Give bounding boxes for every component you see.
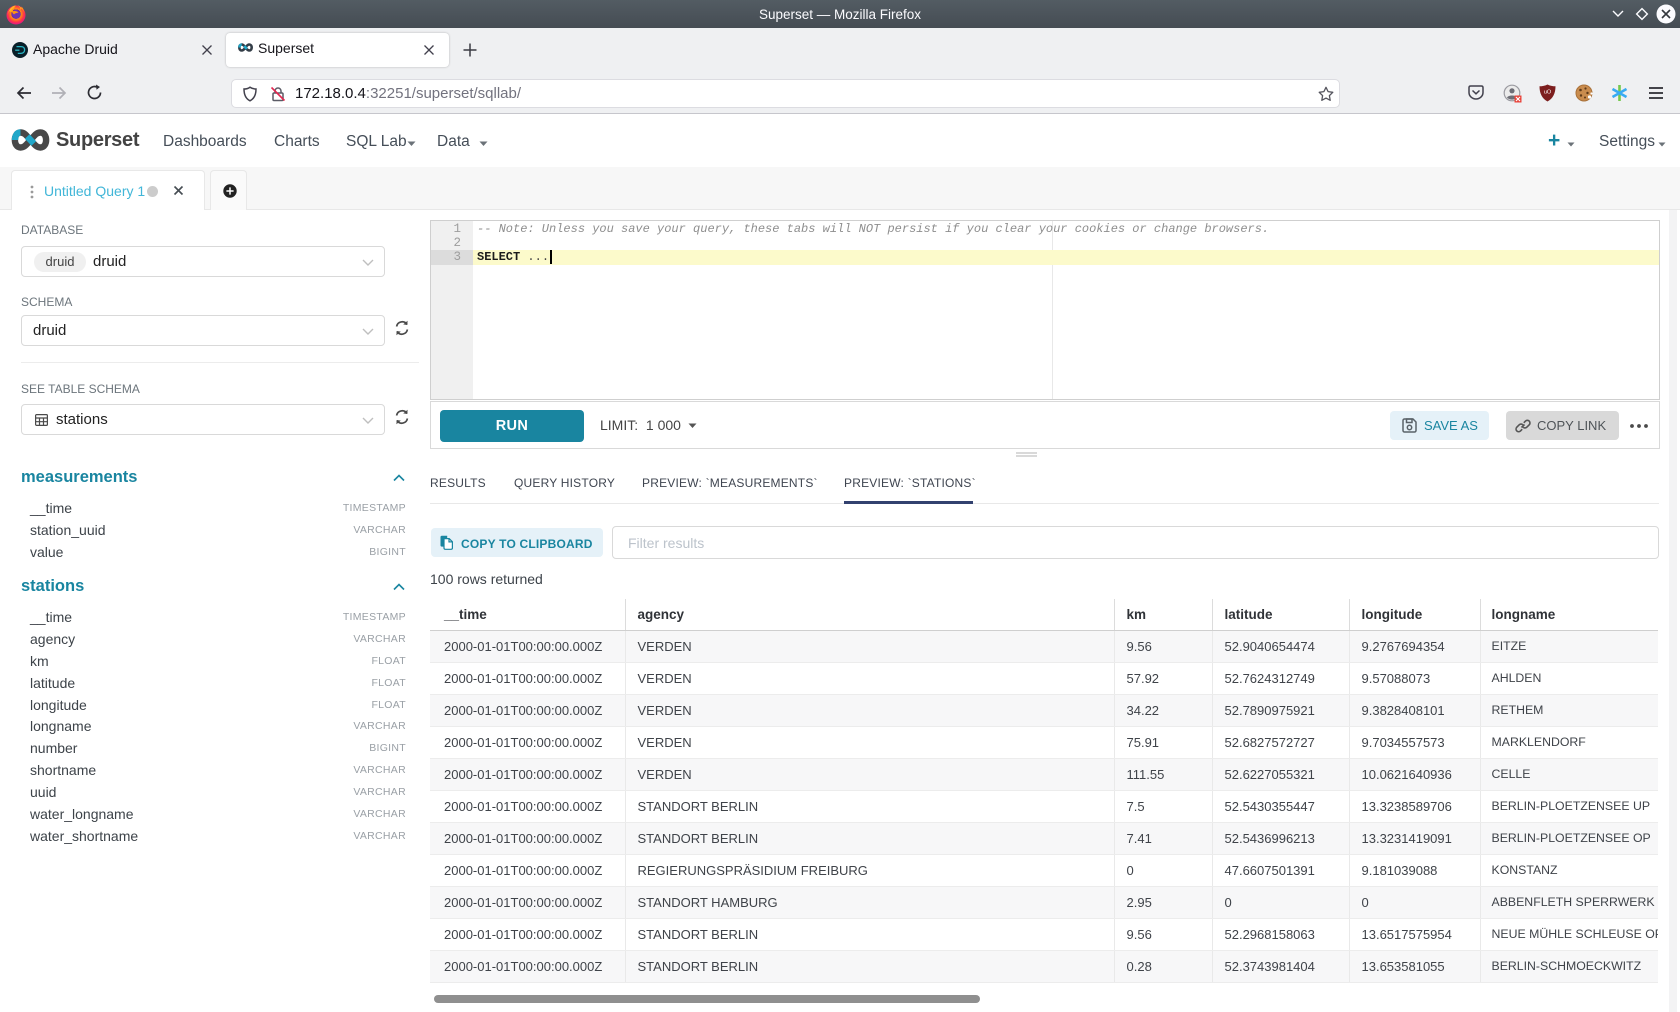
svg-text:uO: uO [1544,90,1552,96]
